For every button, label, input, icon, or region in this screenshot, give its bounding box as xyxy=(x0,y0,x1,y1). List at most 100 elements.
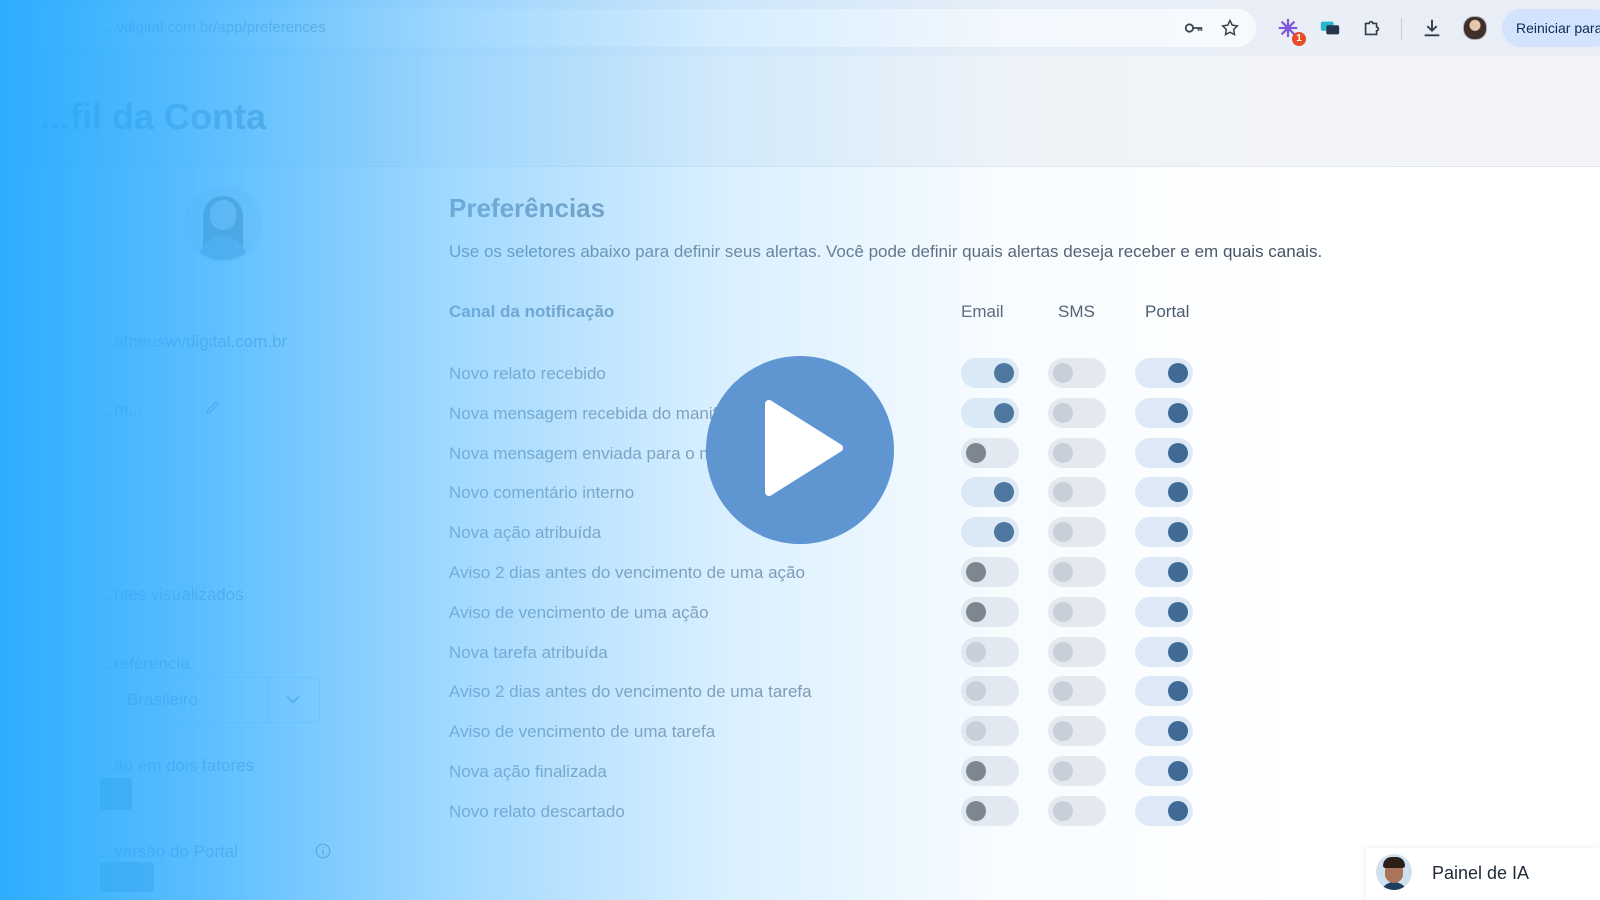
info-icon[interactable] xyxy=(314,842,332,865)
sms-toggle[interactable] xyxy=(1048,437,1106,468)
preference-row: Nova tarefa atribuída xyxy=(449,636,1209,669)
preference-row-label: Nova ação finalizada xyxy=(449,762,607,781)
column-header-channel: Canal da notificação xyxy=(449,302,615,321)
profile-avatar-icon[interactable] xyxy=(1463,16,1487,40)
toggle-knob xyxy=(966,601,986,622)
portal-toggle[interactable] xyxy=(1135,676,1193,707)
profile-avatar[interactable] xyxy=(185,186,261,262)
preference-row-label: Aviso 2 dias antes do vencimento de uma … xyxy=(449,563,805,582)
preference-row: Aviso 2 dias antes do vencimento de uma … xyxy=(449,676,1209,708)
portal-toggle[interactable] xyxy=(1135,756,1193,786)
portal-toggle[interactable] xyxy=(1135,517,1193,548)
column-header-sms: SMS xyxy=(1058,302,1095,321)
language-label: ...referencia xyxy=(100,654,190,673)
email-toggle[interactable] xyxy=(961,795,1019,826)
portal-version-button[interactable] xyxy=(100,862,154,892)
toggle-knob xyxy=(1168,601,1188,622)
toggle-knob xyxy=(1053,442,1073,463)
play-button[interactable] xyxy=(706,356,894,544)
portal-toggle[interactable] xyxy=(1135,636,1193,667)
email-toggle[interactable] xyxy=(961,397,1019,428)
preference-row: Nova ação finalizada xyxy=(449,756,1209,788)
email-toggle[interactable] xyxy=(961,756,1019,786)
sms-toggle[interactable] xyxy=(1048,716,1106,747)
chat-extension-icon[interactable] xyxy=(1318,16,1342,40)
browser-toolbar: ...vdigital.com.br/app/preferences 1 Rei… xyxy=(0,0,1600,56)
portal-toggle[interactable] xyxy=(1135,437,1193,468)
toggle-knob xyxy=(966,800,986,821)
key-icon[interactable] xyxy=(1182,16,1206,40)
toggle-knob xyxy=(1053,482,1073,503)
preference-row-label: Novo relato descartado xyxy=(449,801,625,821)
toggle-knob xyxy=(1053,800,1073,821)
toggle-knob xyxy=(1168,402,1188,423)
star-icon[interactable] xyxy=(1218,16,1242,40)
portal-toggle[interactable] xyxy=(1135,358,1193,388)
edit-pencil-icon[interactable] xyxy=(204,398,222,421)
toggle-knob xyxy=(1168,482,1188,503)
notifications-link[interactable]: ...ntes visualizados xyxy=(100,585,244,605)
page-title: ...fil da Conta xyxy=(40,96,267,137)
email-toggle[interactable] xyxy=(961,437,1019,468)
toolbar-separator xyxy=(1401,18,1402,40)
toggle-knob xyxy=(966,761,986,781)
restart-button[interactable]: Reiniciar para xyxy=(1502,9,1600,47)
preference-row: Aviso de vencimento de uma ação xyxy=(449,596,1209,629)
sms-toggle[interactable] xyxy=(1048,795,1106,826)
preference-row-label: Aviso 2 dias antes do vencimento de uma … xyxy=(449,682,812,702)
address-url[interactable]: ...vdigital.com.br/app/preferences xyxy=(104,19,326,36)
language-value: ...Brasileiro xyxy=(113,690,199,709)
sms-toggle[interactable] xyxy=(1048,477,1106,508)
toggle-knob xyxy=(1168,681,1188,702)
profile-field: ...m... xyxy=(100,400,143,419)
sms-toggle[interactable] xyxy=(1048,397,1106,428)
column-header-email: Email xyxy=(961,302,1004,321)
portal-toggle[interactable] xyxy=(1135,596,1193,627)
chevron-down-icon xyxy=(283,689,303,709)
ai-assistant-avatar xyxy=(1376,854,1412,890)
download-icon[interactable] xyxy=(1420,16,1444,40)
toggle-knob xyxy=(1053,562,1073,582)
email-toggle[interactable] xyxy=(961,358,1019,388)
portal-toggle[interactable] xyxy=(1135,716,1193,747)
twofa-toggle[interactable] xyxy=(100,778,132,810)
portal-toggle[interactable] xyxy=(1135,477,1193,508)
email-toggle[interactable] xyxy=(961,596,1019,627)
puzzle-icon[interactable] xyxy=(1360,16,1384,40)
language-select[interactable]: ...Brasileiro xyxy=(100,677,320,723)
ai-panel-label: Painel de IA xyxy=(1432,863,1530,883)
address-bar[interactable]: ...vdigital.com.br/app/preferences xyxy=(0,9,1256,47)
preference-row-label: Aviso de vencimento de uma ação xyxy=(449,602,709,622)
email-toggle[interactable] xyxy=(961,716,1019,747)
sms-toggle[interactable] xyxy=(1048,358,1106,388)
play-icon xyxy=(755,398,845,503)
email-toggle[interactable] xyxy=(961,636,1019,667)
ai-panel[interactable]: Painel de IA xyxy=(1366,848,1600,900)
email-toggle[interactable] xyxy=(961,517,1019,548)
sms-toggle[interactable] xyxy=(1048,676,1106,707)
extension-badge: 1 xyxy=(1292,32,1306,46)
email-toggle[interactable] xyxy=(961,477,1019,508)
email-toggle[interactable] xyxy=(961,557,1019,587)
email-toggle[interactable] xyxy=(961,676,1019,707)
preference-row: Aviso 2 dias antes do vencimento de uma … xyxy=(449,557,1209,589)
sms-toggle[interactable] xyxy=(1048,517,1106,548)
column-header-portal: Portal xyxy=(1145,302,1190,321)
preference-row: Novo relato descartado xyxy=(449,795,1209,828)
toggle-knob xyxy=(1053,402,1073,423)
sms-toggle[interactable] xyxy=(1048,756,1106,786)
portal-toggle[interactable] xyxy=(1135,397,1193,428)
toggle-knob xyxy=(1053,761,1073,781)
portal-toggle[interactable] xyxy=(1135,795,1193,826)
toggle-knob xyxy=(966,562,986,582)
toggle-knob xyxy=(1053,641,1073,662)
toggle-knob xyxy=(1168,721,1188,742)
sms-toggle[interactable] xyxy=(1048,596,1106,627)
profile-divider xyxy=(60,162,400,163)
portal-version-label: ...versão do Portal xyxy=(100,842,238,861)
sms-toggle[interactable] xyxy=(1048,636,1106,667)
sms-toggle[interactable] xyxy=(1048,557,1106,587)
twofa-label: ...ão em dois fatores xyxy=(100,756,255,775)
extension-colorful-icon[interactable]: 1 xyxy=(1276,16,1306,46)
portal-toggle[interactable] xyxy=(1135,557,1193,587)
